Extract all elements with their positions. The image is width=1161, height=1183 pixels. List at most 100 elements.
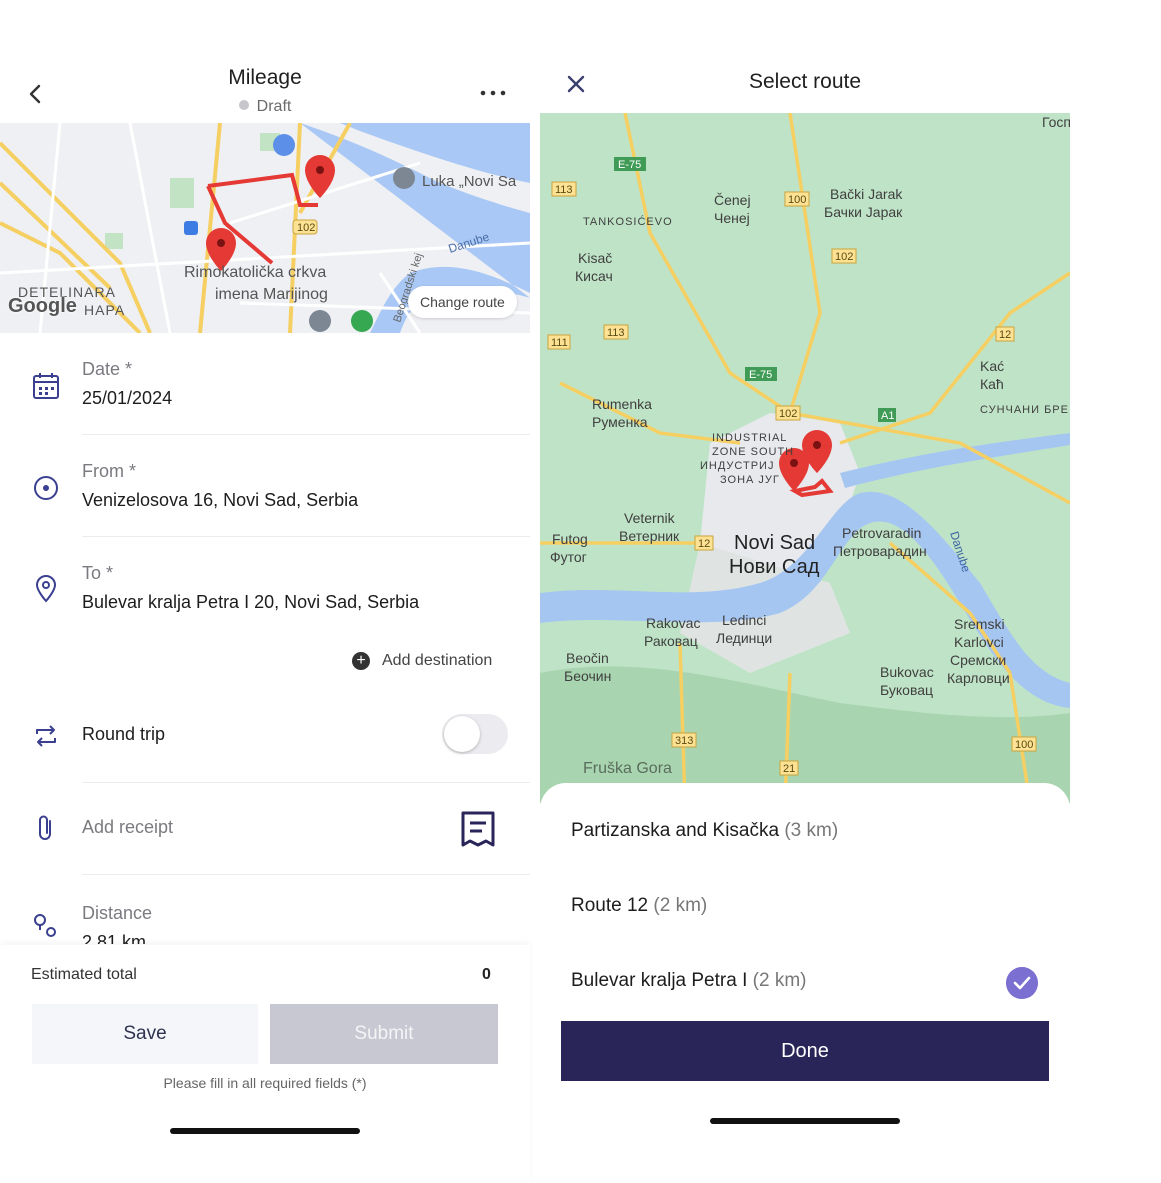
- repeat-icon: [36, 725, 56, 747]
- from-field[interactable]: From * Venizelosova 16, Novi Sad, Serbia: [0, 456, 530, 536]
- add-receipt-label: Add receipt: [82, 817, 174, 837]
- shield-12-1: 12: [999, 329, 1011, 341]
- map-label-sremski-1: Sremski: [954, 616, 1005, 632]
- location-pin-icon: [35, 575, 57, 603]
- map-label-veternik: Veternik: [624, 510, 676, 526]
- route-pins-icon: [34, 914, 56, 937]
- mileage-screen: Mileage Draft 102 Luka „Novi Sa Danube R…: [0, 0, 530, 1183]
- map-label-luka: Luka „Novi Sa: [422, 173, 517, 190]
- distance-field: Distance 2.81 km: [0, 898, 530, 944]
- map-label-veternik-cyr: Ветерник: [619, 528, 680, 544]
- map-label-church-1: Rimokatolička crkva: [184, 264, 326, 281]
- divider: [82, 782, 530, 783]
- map-label-industrial-4: ЗОНА ЈУГ: [720, 474, 780, 486]
- map-label-backi: Bački Jarak: [830, 186, 903, 202]
- map-label-backi-cyr: Бачки Јарак: [824, 204, 903, 220]
- map-label-novi-sad-cyr: Нови Сад: [729, 556, 820, 578]
- route-map-preview[interactable]: 102 Luka „Novi Sa Danube Rimokatolička c…: [0, 123, 530, 333]
- shield-e75-2: E-75: [749, 369, 772, 381]
- shield-113-1: 113: [555, 184, 573, 196]
- check-circle-icon: [1006, 967, 1038, 999]
- divider: [82, 434, 530, 435]
- home-indicator: [710, 1118, 900, 1124]
- map-label-sremski-2: Karlovci: [954, 634, 1004, 650]
- map-label-suncani: СУНЧАНИ БРЕ: [980, 404, 1069, 416]
- select-route-screen: Select route Госп TANKOSIĆEVO Čenej Чене…: [540, 0, 1070, 1183]
- date-field[interactable]: Date * 25/01/2024: [0, 354, 530, 434]
- required-fields-hint: Please fill in all required fields (*): [163, 1075, 367, 1091]
- shield-100-1: 100: [788, 194, 806, 206]
- from-label: From *: [82, 461, 136, 481]
- route-name: Route 12: [571, 895, 649, 916]
- shield-102-2: 102: [779, 408, 797, 420]
- page-title: Mileage: [228, 66, 302, 89]
- shield-313: 313: [675, 735, 693, 747]
- shield-e75-1: E-75: [618, 159, 641, 171]
- map-label-petrovaradin: Petrovaradin: [842, 525, 921, 541]
- map-label-cenej: Čenej: [714, 192, 751, 208]
- shield-21: 21: [783, 763, 795, 775]
- map-label-futog-cyr: Футог: [550, 549, 587, 565]
- more-horizontal-icon[interactable]: [478, 80, 510, 104]
- origin-circle-icon: [34, 476, 58, 500]
- google-logo: Google: [8, 295, 77, 317]
- shield-102-1: 102: [835, 251, 853, 263]
- svg-text:НАРА: НАРА: [84, 302, 125, 318]
- round-trip-toggle[interactable]: [442, 714, 508, 754]
- receipt-icon[interactable]: [460, 810, 496, 848]
- map-label-kisac-cyr: Кисач: [575, 268, 613, 284]
- page-title: Select route: [748, 70, 862, 93]
- map-label-novi-sad: Novi Sad: [734, 532, 815, 554]
- route-map[interactable]: Госп TANKOSIĆEVO Čenej Ченеј Bački Jarak…: [540, 113, 1070, 803]
- map-label-industrial-2: ZONE SOUTH: [712, 446, 794, 458]
- shield-113-2: 113: [607, 327, 625, 339]
- map-label-sremski-4: Карловци: [947, 670, 1010, 686]
- change-route-button[interactable]: Change route: [408, 286, 517, 318]
- route-option-1[interactable]: Partizanska and Kisačka (3 km): [571, 820, 838, 842]
- divider: [82, 536, 530, 537]
- map-label-futog: Futog: [552, 531, 588, 547]
- save-button[interactable]: Save: [32, 1004, 258, 1064]
- toggle-knob: [444, 716, 480, 752]
- route-distance: (3 km): [784, 820, 839, 841]
- route-name: Partizanska and Kisačka: [571, 820, 780, 841]
- map-label-bukovac-cyr: Буковац: [880, 682, 933, 698]
- submit-button[interactable]: Submit: [270, 1004, 498, 1064]
- status-text: Draft: [256, 98, 292, 115]
- map-label-rumenka: Rumenka: [592, 396, 652, 412]
- map-label-industrial-3: ИНДУСТРИЈ: [700, 460, 774, 472]
- to-field[interactable]: To * Bulevar kralja Petra I 20, Novi Sad…: [0, 558, 530, 638]
- route-option-3[interactable]: Bulevar kralja Petra I (2 km): [571, 970, 806, 992]
- map-label-petrovaradin-cyr: Петроварадин: [833, 543, 927, 559]
- map-label-fruska-gora: Fruška Gora: [583, 760, 672, 777]
- distance-value: 2.81 km: [82, 932, 147, 944]
- plus-circle-icon: +: [352, 652, 370, 670]
- status-dot-icon: [238, 100, 249, 110]
- map-label-kisac: Kisač: [578, 250, 612, 266]
- map-label-church-2: imena Marijinog: [215, 286, 328, 303]
- map-label-rakovac: Rakovac: [646, 615, 700, 631]
- add-receipt-row[interactable]: Add receipt: [0, 810, 530, 850]
- from-value: Venizelosova 16, Novi Sad, Serbia: [82, 490, 359, 510]
- route-name: Bulevar kralja Petra I: [571, 970, 748, 991]
- route-option-2[interactable]: Route 12 (2 km): [571, 895, 707, 917]
- add-destination-label: Add destination: [382, 652, 493, 669]
- map-label-sremski-3: Сремски: [950, 652, 1006, 668]
- map-label-bukovac: Bukovac: [880, 664, 934, 680]
- map-label-rakovac-cyr: Раковац: [644, 633, 698, 649]
- divider: [82, 874, 530, 875]
- shield-a1: A1: [881, 410, 894, 422]
- map-label-road-102: 102: [297, 222, 315, 234]
- done-button[interactable]: Done: [561, 1021, 1049, 1081]
- map-label-beocin: Beočin: [566, 650, 609, 666]
- distance-label: Distance: [82, 903, 153, 923]
- date-label: Date *: [82, 359, 133, 379]
- add-destination-button[interactable]: + Add destination: [352, 652, 492, 670]
- map-label-rumenka-cyr: Руменка: [592, 414, 648, 430]
- map-label-gosp: Госп: [1042, 114, 1070, 130]
- map-label-ledinci-cyr: Лединци: [716, 630, 772, 646]
- shield-111: 111: [551, 337, 568, 349]
- map-graphic: Госп TANKOSIĆEVO Čenej Ченеј Bački Jarak…: [540, 113, 1070, 803]
- map-label-ledinci: Ledinci: [722, 612, 766, 628]
- route-distance: (2 km): [752, 970, 807, 991]
